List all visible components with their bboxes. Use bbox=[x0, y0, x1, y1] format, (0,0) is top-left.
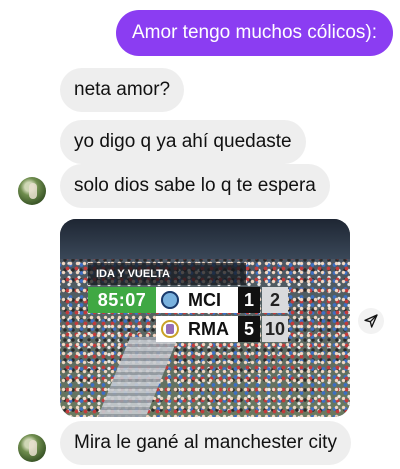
shared-photo[interactable]: IDA Y VUELTA 85:07 MCI 1 2 RMA 5 10 bbox=[60, 219, 350, 417]
home-aggregate: 2 bbox=[262, 287, 288, 313]
home-team-code: MCI bbox=[188, 290, 221, 310]
incoming-message[interactable]: neta amor? bbox=[60, 68, 185, 112]
send-arrow-icon bbox=[364, 314, 378, 328]
incoming-message[interactable]: yo digo q ya ahí quedaste bbox=[60, 120, 306, 164]
away-team-code: RMA bbox=[188, 319, 229, 339]
away-score: 5 bbox=[238, 316, 260, 342]
match-clock: 85:07 bbox=[88, 287, 156, 313]
contact-avatar[interactable] bbox=[18, 177, 46, 205]
scoreboard-row-home: MCI bbox=[156, 287, 238, 313]
scoreboard-row-away: RMA bbox=[156, 316, 238, 342]
mci-crest-icon bbox=[161, 291, 179, 309]
incoming-message[interactable]: Mira le gané al manchester city bbox=[60, 421, 351, 465]
home-score: 1 bbox=[238, 287, 260, 313]
incoming-message[interactable]: solo dios sabe lo q te espera bbox=[60, 164, 330, 208]
rma-crest-icon bbox=[161, 320, 179, 338]
contact-avatar[interactable] bbox=[18, 434, 46, 462]
share-button[interactable] bbox=[358, 308, 384, 334]
outgoing-message[interactable]: Amor tengo muchos cólicos): bbox=[116, 10, 393, 56]
away-aggregate: 10 bbox=[262, 316, 288, 342]
scoreboard-header: IDA Y VUELTA bbox=[88, 263, 246, 285]
photo-sky bbox=[60, 219, 350, 263]
